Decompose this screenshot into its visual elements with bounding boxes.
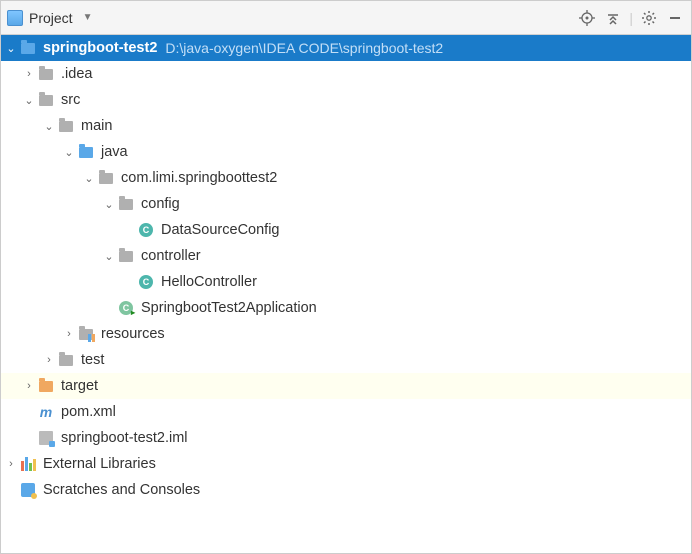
node-label: HelloController bbox=[161, 274, 257, 290]
expand-arrow-icon[interactable]: ⌄ bbox=[81, 172, 97, 185]
view-title[interactable]: Project bbox=[29, 10, 73, 26]
target-folder-node[interactable]: › target bbox=[1, 373, 691, 399]
resources-folder-node[interactable]: › resources bbox=[1, 321, 691, 347]
settings-icon[interactable] bbox=[639, 8, 659, 28]
expand-arrow-icon[interactable]: ⌄ bbox=[61, 146, 77, 159]
module-folder-icon bbox=[19, 40, 37, 56]
node-label: .idea bbox=[61, 66, 92, 82]
expand-arrow-icon[interactable]: › bbox=[3, 458, 19, 470]
package-icon bbox=[117, 196, 135, 212]
folder-icon bbox=[37, 66, 55, 82]
scratches-node[interactable]: › Scratches and Consoles bbox=[1, 477, 691, 503]
node-label: java bbox=[101, 144, 128, 160]
project-name-label: springboot-test2 bbox=[43, 40, 157, 56]
project-toolbar: Project ▼ | bbox=[1, 1, 691, 35]
project-tree: ⌄ springboot-test2 D:\java-oxygen\IDEA C… bbox=[1, 35, 691, 503]
expand-arrow-icon[interactable]: ⌄ bbox=[101, 250, 117, 263]
expand-arrow-icon[interactable]: ⌄ bbox=[101, 198, 117, 211]
package-node[interactable]: ⌄ com.limi.springboottest2 bbox=[1, 165, 691, 191]
datasourceconfig-class-node[interactable]: › C DataSourceConfig bbox=[1, 217, 691, 243]
dropdown-arrow-icon[interactable]: ▼ bbox=[83, 12, 93, 23]
project-path-label: D:\java-oxygen\IDEA CODE\springboot-test… bbox=[165, 40, 443, 56]
package-icon bbox=[117, 248, 135, 264]
java-folder-node[interactable]: ⌄ java bbox=[1, 139, 691, 165]
locate-icon[interactable] bbox=[577, 8, 597, 28]
hide-icon[interactable] bbox=[665, 8, 685, 28]
toolbar-left: Project ▼ bbox=[7, 10, 573, 26]
node-label: com.limi.springboottest2 bbox=[121, 170, 277, 186]
folder-icon bbox=[57, 352, 75, 368]
libraries-icon bbox=[19, 456, 37, 472]
expand-arrow-icon[interactable]: ⌄ bbox=[21, 94, 37, 107]
root-project-node[interactable]: ⌄ springboot-test2 D:\java-oxygen\IDEA C… bbox=[1, 35, 691, 61]
src-folder-node[interactable]: ⌄ src bbox=[1, 87, 691, 113]
test-folder-node[interactable]: › test bbox=[1, 347, 691, 373]
node-label: test bbox=[81, 352, 104, 368]
separator: | bbox=[629, 10, 633, 26]
external-libraries-node[interactable]: › External Libraries bbox=[1, 451, 691, 477]
node-label: resources bbox=[101, 326, 165, 342]
scratches-icon bbox=[19, 482, 37, 498]
maven-icon: m bbox=[37, 404, 55, 420]
package-icon bbox=[97, 170, 115, 186]
pom-file-node[interactable]: › m pom.xml bbox=[1, 399, 691, 425]
node-label: External Libraries bbox=[43, 456, 156, 472]
node-label: pom.xml bbox=[61, 404, 116, 420]
expand-arrow-icon[interactable]: › bbox=[61, 328, 77, 340]
node-label: DataSourceConfig bbox=[161, 222, 280, 238]
main-folder-node[interactable]: ⌄ main bbox=[1, 113, 691, 139]
toolbar-right: | bbox=[577, 8, 685, 28]
expand-arrow-icon[interactable]: › bbox=[41, 354, 57, 366]
iml-file-node[interactable]: › springboot-test2.iml bbox=[1, 425, 691, 451]
hellocontroller-class-node[interactable]: › C HelloController bbox=[1, 269, 691, 295]
expand-arrow-icon[interactable]: › bbox=[21, 380, 37, 392]
module-file-icon bbox=[37, 430, 55, 446]
expand-arrow-icon[interactable]: ⌄ bbox=[41, 120, 57, 133]
node-label: main bbox=[81, 118, 112, 134]
source-folder-icon bbox=[77, 144, 95, 160]
node-label: SpringbootTest2Application bbox=[141, 300, 317, 316]
expand-arrow-icon[interactable]: ⌄ bbox=[3, 42, 19, 55]
resources-folder-icon bbox=[77, 326, 95, 342]
application-class-node[interactable]: › C SpringbootTest2Application bbox=[1, 295, 691, 321]
node-label: springboot-test2.iml bbox=[61, 430, 188, 446]
node-label: src bbox=[61, 92, 80, 108]
excluded-folder-icon bbox=[37, 378, 55, 394]
node-label: Scratches and Consoles bbox=[43, 482, 200, 498]
collapse-all-icon[interactable] bbox=[603, 8, 623, 28]
class-icon: C bbox=[137, 274, 155, 290]
class-icon: C bbox=[137, 222, 155, 238]
node-label: config bbox=[141, 196, 180, 212]
node-label: target bbox=[61, 378, 98, 394]
expand-arrow-icon[interactable]: › bbox=[21, 68, 37, 80]
node-label: controller bbox=[141, 248, 201, 264]
runnable-class-icon: C bbox=[117, 300, 135, 316]
controller-package-node[interactable]: ⌄ controller bbox=[1, 243, 691, 269]
idea-folder-node[interactable]: › .idea bbox=[1, 61, 691, 87]
folder-icon bbox=[37, 92, 55, 108]
project-view-icon bbox=[7, 10, 23, 26]
config-package-node[interactable]: ⌄ config bbox=[1, 191, 691, 217]
folder-icon bbox=[57, 118, 75, 134]
